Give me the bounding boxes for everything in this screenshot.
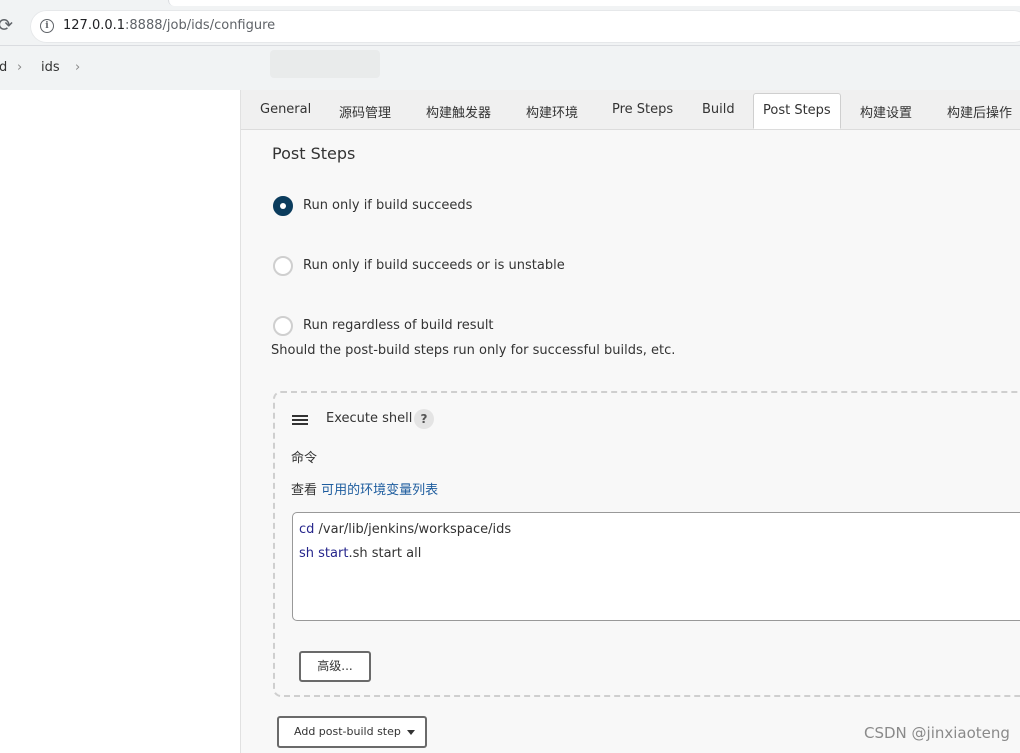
command-keyword: cd <box>299 522 315 537</box>
config-panel: General 源码管理 构建触发器 构建环境 Pre Steps Build … <box>241 90 1020 753</box>
address-bar[interactable]: i 127.0.0.1:8888/job/ids/configure <box>30 10 1020 43</box>
help-icon[interactable]: ? <box>414 409 434 429</box>
radio-run-if-success-or-unstable[interactable] <box>273 256 293 276</box>
breadcrumb-chevron-icon[interactable]: › <box>17 60 22 75</box>
caret-down-icon <box>406 729 415 735</box>
command-line: sh start.sh start all <box>299 546 421 561</box>
tab-pre-steps[interactable]: Pre Steps <box>612 102 673 117</box>
url-path: :8888/job/ids/configure <box>125 18 276 33</box>
browser-tab-strip <box>168 0 1020 6</box>
tab-build-settings[interactable]: 构建设置 <box>860 102 912 121</box>
env-vars-prefix: 查看 <box>291 483 318 498</box>
command-textarea[interactable]: cd /var/lib/jenkins/workspace/ids sh sta… <box>292 512 1020 621</box>
env-vars-line: 查看 可用的环境变量列表 <box>291 479 438 498</box>
command-args: /var/lib/jenkins/workspace/ids <box>314 522 512 537</box>
tab-post-steps[interactable]: Post Steps <box>753 93 841 129</box>
url-host: 127.0.0.1 <box>63 18 126 33</box>
radio-label-run-if-success[interactable]: Run only if build succeeds <box>303 198 472 213</box>
browser-toolbar: ⟳ i 127.0.0.1:8888/job/ids/configure d ›… <box>0 0 1020 90</box>
tab-source-control[interactable]: 源码管理 <box>339 102 391 121</box>
env-vars-link[interactable]: 可用的环境变量列表 <box>321 483 438 498</box>
command-args: .sh start all <box>348 546 422 561</box>
section-title: Post Steps <box>272 144 356 163</box>
breadcrumb-item-root[interactable]: d <box>0 60 7 75</box>
add-post-build-step-button[interactable]: Add post-build step <box>277 716 427 748</box>
tab-build-environment[interactable]: 构建环境 <box>526 102 578 121</box>
drag-handle-icon[interactable] <box>292 415 308 425</box>
url-text[interactable]: 127.0.0.1:8888/job/ids/configure <box>63 18 275 33</box>
command-keyword: sh start <box>299 546 349 561</box>
breadcrumb-chevron-icon[interactable]: › <box>75 60 80 75</box>
advanced-button[interactable]: 高级... <box>299 651 371 682</box>
breadcrumb-item-ids[interactable]: ids <box>41 60 60 75</box>
background-logo <box>270 50 380 78</box>
watermark: CSDN @jinxiaoteng <box>864 724 1010 742</box>
command-line: cd /var/lib/jenkins/workspace/ids <box>299 522 511 537</box>
step-title: Execute shell <box>326 411 413 426</box>
command-label: 命令 <box>291 451 318 466</box>
add-step-label: Add post-build step <box>294 725 401 738</box>
execute-shell-step: Execute shell ? 命令 查看 可用的环境变量列表 cd /var/… <box>273 391 1020 697</box>
toolbar-divider <box>0 45 1020 46</box>
tab-build[interactable]: Build <box>702 102 735 117</box>
radio-run-regardless[interactable] <box>273 316 293 336</box>
tab-build-triggers[interactable]: 构建触发器 <box>426 102 491 121</box>
radio-run-if-success[interactable] <box>273 196 293 216</box>
site-info-icon[interactable]: i <box>40 19 54 33</box>
side-panel <box>0 90 241 753</box>
config-tabbar: General 源码管理 构建触发器 构建环境 Pre Steps Build … <box>241 90 1020 130</box>
reload-icon[interactable]: ⟳ <box>0 14 20 38</box>
post-steps-help-text: Should the post-build steps run only for… <box>271 343 676 358</box>
tab-general[interactable]: General <box>260 102 311 117</box>
radio-label-run-regardless[interactable]: Run regardless of build result <box>303 318 494 333</box>
tab-post-build-actions[interactable]: 构建后操作 <box>947 102 1012 121</box>
radio-label-run-if-success-or-unstable[interactable]: Run only if build succeeds or is unstabl… <box>303 258 565 273</box>
